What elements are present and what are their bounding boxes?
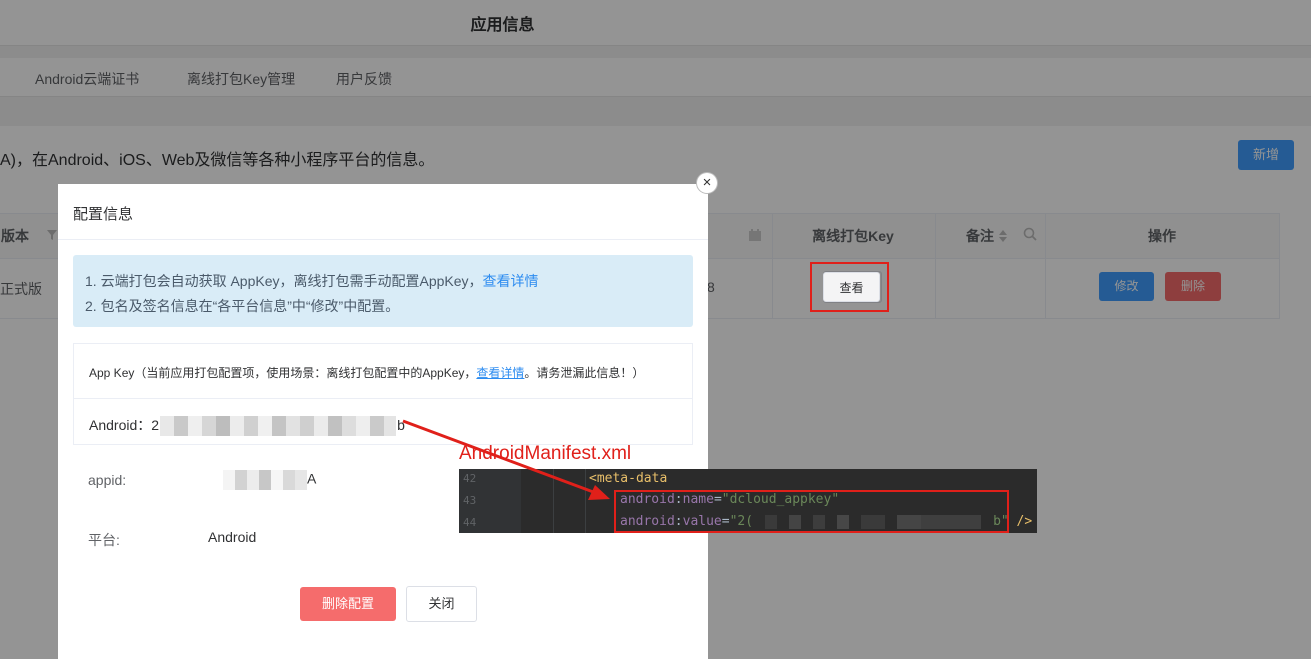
annotation-arrow — [402, 419, 610, 500]
